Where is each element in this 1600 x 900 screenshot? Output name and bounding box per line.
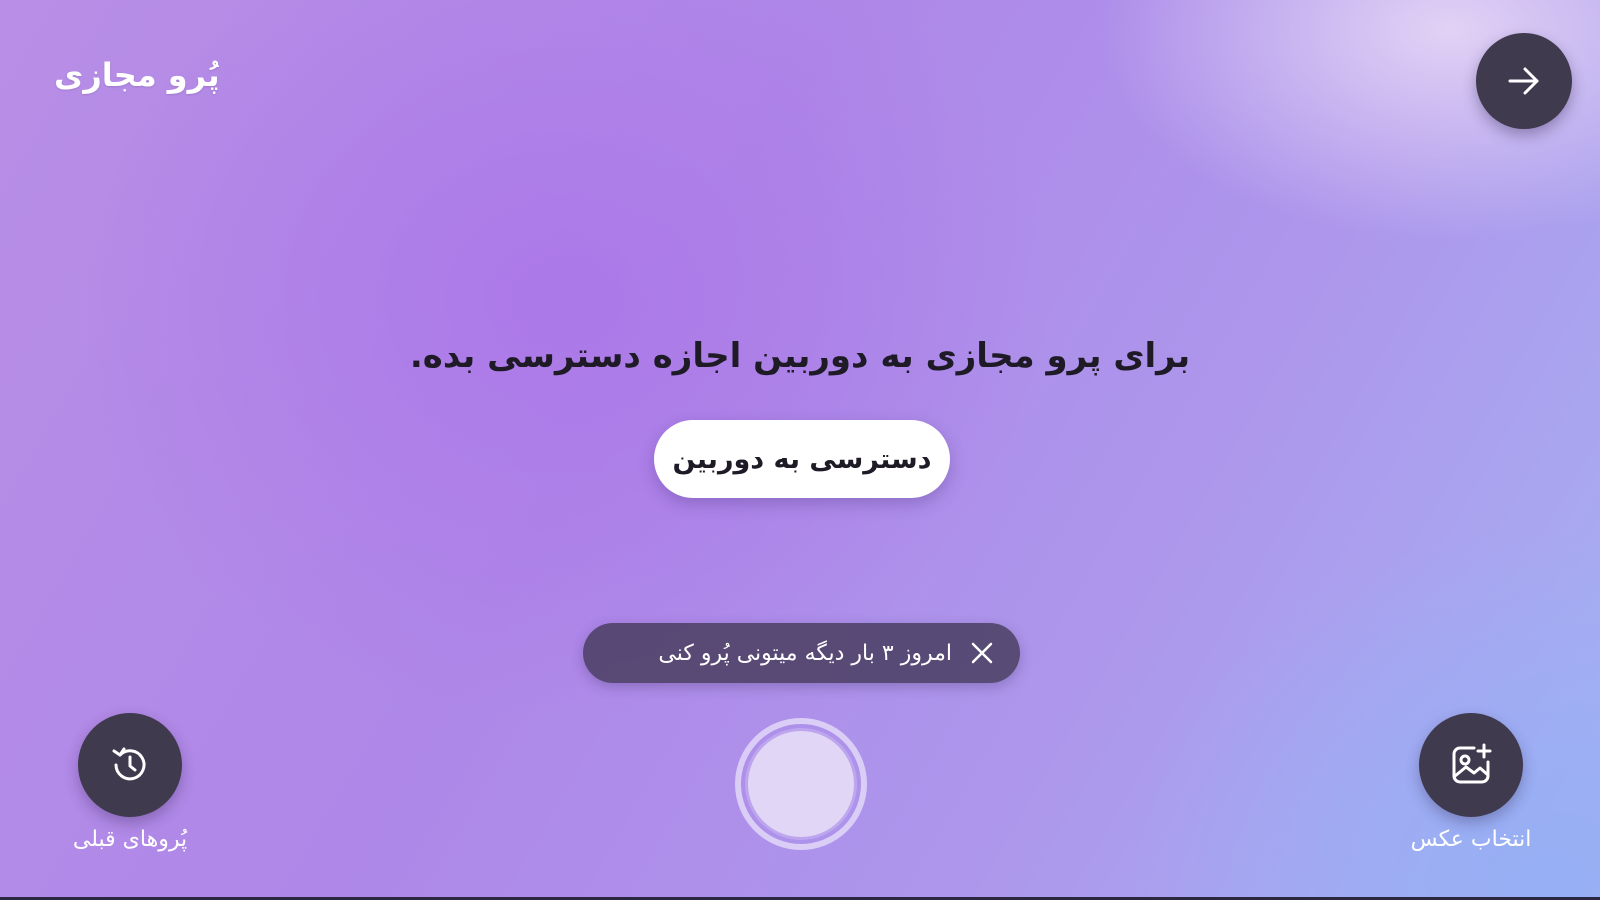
back-button[interactable] (1476, 33, 1572, 129)
choose-photo-label[interactable]: انتخاب عکس (1371, 827, 1571, 852)
shutter-icon (748, 731, 854, 837)
tryon-limit-toast: امروز ۳ بار دیگه میتونی پُرو کنی (583, 623, 1020, 683)
history-button[interactable] (78, 713, 182, 817)
close-icon[interactable] (966, 637, 998, 669)
add-photo-icon (1446, 740, 1496, 790)
history-label[interactable]: پُروهای قبلی (30, 827, 230, 852)
history-icon (106, 741, 154, 789)
camera-access-button[interactable]: دسترسی به دوربین (654, 420, 950, 498)
camera-access-label: دسترسی به دوربین (672, 443, 932, 475)
choose-photo-button[interactable] (1419, 713, 1523, 817)
arrow-right-icon (1504, 61, 1544, 101)
camera-permission-prompt: برای پرو مجازی به دوربین اجازه دسترسی بد… (409, 336, 1191, 376)
toast-message: امروز ۳ بار دیگه میتونی پُرو کنی (658, 640, 952, 666)
shutter-button[interactable] (735, 718, 867, 850)
virtual-tryon-screen: پُرو مجازی برای پرو مجازی به دوربین اجاز… (0, 0, 1600, 900)
page-title: پُرو مجازی (54, 56, 220, 94)
